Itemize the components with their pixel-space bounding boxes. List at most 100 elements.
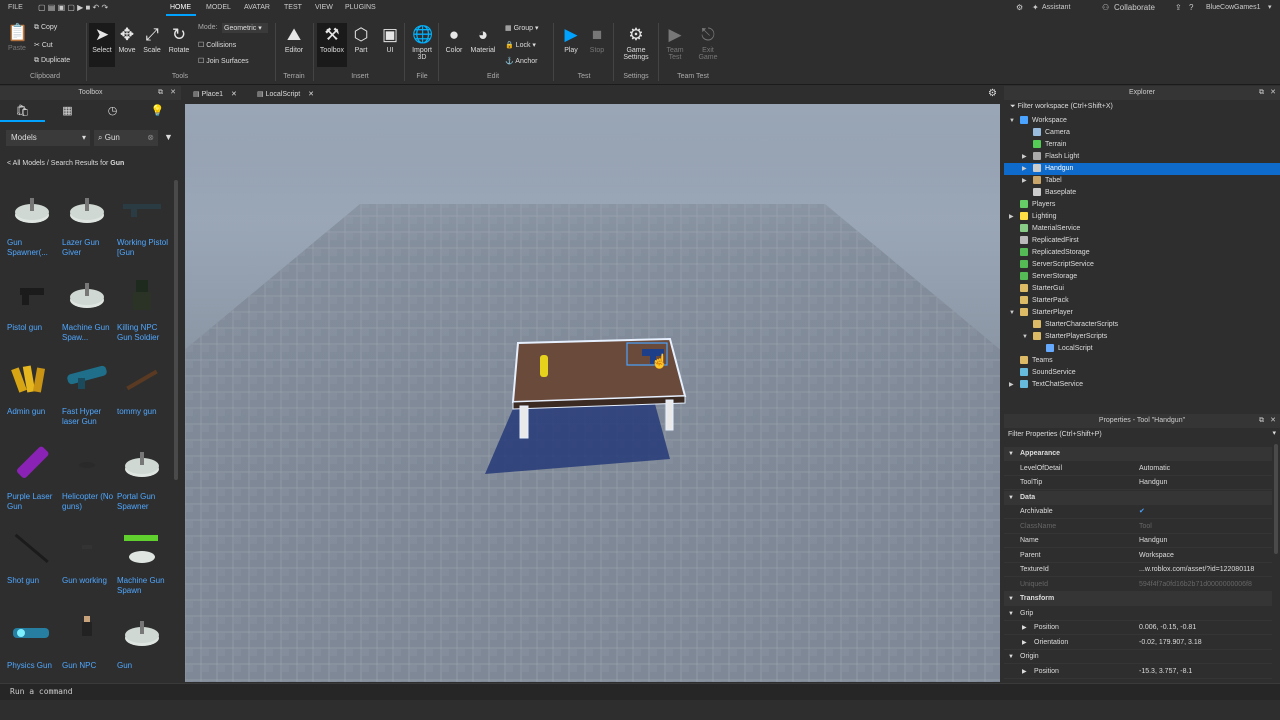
undock-icon[interactable]: ⧉ [1259, 414, 1264, 428]
tab-plugins[interactable]: PLUGINS [345, 4, 376, 11]
property-section[interactable]: ▼ Data [1004, 490, 1272, 505]
tab-place1[interactable]: ▤ Place1 ✕ [189, 86, 249, 104]
model-name-link[interactable]: Portal Gun Spawner [117, 492, 172, 512]
property-value[interactable]: -15.3, 3.757, -8.1 [1139, 665, 1267, 679]
property-value[interactable]: ...w.roblox.com/asset/?id=122080118 [1139, 563, 1267, 577]
toolbox-result-item[interactable]: Machine Gun Spawn [117, 523, 172, 607]
model-name-link[interactable]: tommy gun [117, 407, 172, 417]
expand-arrow-closed-icon[interactable]: ▶ [1009, 211, 1014, 223]
tab-marketplace[interactable]: 🛍 [0, 100, 45, 122]
team-test-button[interactable]: ▶ Team Test [662, 25, 688, 61]
model-name-link[interactable]: Pistol gun [7, 323, 62, 333]
move-tool-button[interactable]: ✥ Move [115, 25, 139, 54]
tab-recent[interactable]: ◷ [90, 100, 135, 122]
model-name-link[interactable]: Helicopter (No guns) [62, 492, 117, 512]
collapse-arrow-icon[interactable]: ▼ [1008, 592, 1014, 606]
explorer-item[interactable]: ReplicatedFirst [1004, 235, 1280, 247]
toolbox-result-item[interactable]: Purple Laser Gun [7, 439, 62, 523]
explorer-item[interactable]: ▶ Flash Light [1004, 151, 1280, 163]
explorer-item[interactable]: ReplicatedStorage [1004, 247, 1280, 259]
toolbox-result-item[interactable]: Pistol gun [7, 270, 62, 354]
part-button[interactable]: ⬡ Part [349, 25, 373, 54]
exit-game-button[interactable]: ⎋ Exit Game [694, 25, 722, 61]
model-name-link[interactable]: Physics Gun [7, 661, 62, 671]
toolbox-result-item[interactable]: Admin gun [7, 354, 62, 438]
chevron-down-icon[interactable]: ▾ [1272, 429, 1276, 437]
explorer-item[interactable]: ▶ Tabel [1004, 175, 1280, 187]
filter-icon[interactable]: ▼ [164, 132, 173, 142]
model-name-link[interactable]: Machine Gun Spawn [117, 576, 172, 596]
toolbox-result-item[interactable]: Gun NPC [62, 608, 117, 692]
assistant-button[interactable]: Assistant [1042, 4, 1070, 11]
close-icon[interactable]: ✕ [308, 91, 314, 98]
cut-button[interactable]: ✂ Cut [34, 41, 53, 49]
toolbox-result-item[interactable]: Lazer Gun Giver [62, 185, 117, 269]
model-name-link[interactable]: Lazer Gun Giver [62, 238, 117, 258]
property-row[interactable]: ▼ Grip [1004, 607, 1272, 621]
explorer-item[interactable]: ▶ Lighting [1004, 211, 1280, 223]
expand-arrow-icon[interactable]: ▶ [1022, 636, 1027, 650]
tab-localscript[interactable]: ▤ LocalScript ✕ [253, 86, 323, 104]
search-input[interactable]: ⌕ Gun ⊗ [94, 130, 158, 146]
3d-viewport[interactable]: ☝ [185, 104, 1000, 682]
collapse-arrow-icon[interactable]: ▼ [1008, 447, 1014, 461]
property-row[interactable]: UniqueId 594f4f7a0fd16b2b71d0000000006f8 [1004, 578, 1272, 592]
model-name-link[interactable]: Gun NPC [62, 661, 117, 671]
property-value[interactable]: Automatic [1139, 462, 1267, 476]
toolbox-result-item[interactable]: Shot gun [7, 523, 62, 607]
property-row[interactable]: Archivable ✔ [1004, 505, 1272, 519]
collapse-arrow-icon[interactable]: ▼ [1008, 491, 1014, 505]
scrollbar[interactable] [174, 180, 178, 480]
settings-icon[interactable]: ⚙ [1016, 3, 1023, 12]
tab-home[interactable]: HOME [170, 4, 191, 11]
property-row[interactable]: ▼ Origin [1004, 650, 1272, 664]
viewport-settings-icon[interactable]: ⚙ [988, 88, 997, 99]
model-name-link[interactable]: Purple Laser Gun [7, 492, 62, 512]
anchor-button[interactable]: ⚓ Anchor [505, 57, 537, 65]
toolbox-result-item[interactable]: Fast Hyper laser Gun [62, 354, 117, 438]
game-settings-button[interactable]: ⚙ Game Settings [618, 25, 654, 61]
expand-arrow-closed-icon[interactable]: ▶ [1022, 163, 1027, 175]
paste-button[interactable]: 📋 Paste [4, 23, 30, 52]
close-icon[interactable]: ✕ [170, 86, 176, 100]
expand-arrow-open-icon[interactable]: ▼ [1022, 331, 1028, 343]
explorer-filter-input[interactable]: ⏷ Filter workspace (Ctrl+Shift+X) [1010, 101, 1275, 113]
lock-button[interactable]: 🔒 Lock ▾ [505, 41, 536, 49]
property-row[interactable]: ▶ Position 0.006, -0.15, -0.81 [1004, 621, 1272, 635]
toolbox-button[interactable]: ⚒ Toolbox [317, 23, 347, 67]
scrollbar[interactable] [1274, 444, 1278, 554]
tab-test[interactable]: TEST [284, 4, 302, 11]
property-row[interactable]: ▶ Orientation -0.02, 179.907, 3.18 [1004, 636, 1272, 650]
explorer-item[interactable]: SoundService [1004, 367, 1280, 379]
property-row[interactable]: TextureId ...w.roblox.com/asset/?id=12208… [1004, 563, 1272, 577]
explorer-item[interactable]: Camera [1004, 127, 1280, 139]
rotate-tool-button[interactable]: ↻ Rotate [166, 25, 192, 54]
model-name-link[interactable]: Admin gun [7, 407, 62, 417]
model-name-link[interactable]: Machine Gun Spaw... [62, 323, 117, 343]
chevron-down-icon[interactable]: ▾ [1268, 3, 1272, 11]
property-value[interactable]: ✔ [1139, 505, 1267, 519]
quick-access-icons[interactable]: ▢ ▤ ▣ ▢ ▶ ■ ↶ ↷ [38, 3, 108, 12]
play-button[interactable]: ▶ Play [558, 25, 584, 54]
stop-button[interactable]: ■ Stop [585, 25, 609, 54]
model-name-link[interactable]: Gun [117, 661, 172, 671]
expand-arrow-open-icon[interactable]: ▼ [1009, 115, 1015, 127]
breadcrumb[interactable]: < All Models / Search Results for Gun [7, 160, 124, 167]
toolbox-result-item[interactable]: Working Pistol [Gun [117, 185, 172, 269]
close-icon[interactable]: ✕ [1270, 414, 1276, 428]
property-value[interactable]: 0.006, -0.15, -0.81 [1139, 621, 1267, 635]
collapse-arrow-icon[interactable]: ▼ [1008, 650, 1014, 664]
explorer-item[interactable]: Players [1004, 199, 1280, 211]
model-name-link[interactable]: Killing NPC Gun Soldier [117, 323, 172, 343]
expand-arrow-closed-icon[interactable]: ▶ [1009, 379, 1014, 391]
explorer-item[interactable]: ▼ StarterPlayer [1004, 307, 1280, 319]
toolbox-result-item[interactable]: Gun Spawner(... [7, 185, 62, 269]
explorer-item[interactable]: StarterCharacterScripts [1004, 319, 1280, 331]
color-button[interactable]: ● Color [441, 25, 467, 54]
property-value[interactable]: Tool [1139, 520, 1267, 534]
expand-arrow-open-icon[interactable]: ▼ [1009, 307, 1015, 319]
collisions-toggle[interactable]: ☐ Collisions [198, 41, 236, 49]
import-3d-button[interactable]: 🌐 Import 3D [407, 25, 437, 61]
toolbox-result-item[interactable]: Portal Gun Spawner [117, 439, 172, 523]
toolbox-result-item[interactable]: Helicopter (No guns) [62, 439, 117, 523]
